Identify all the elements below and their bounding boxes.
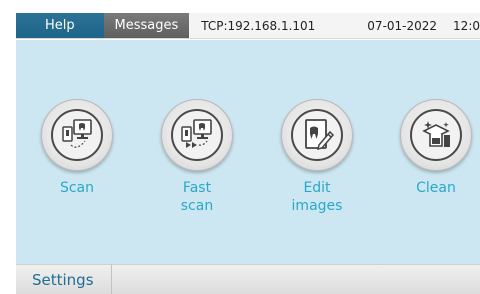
connection-status: TCP:192.168.1.101 bbox=[201, 18, 316, 33]
bottom-bar: Settings bbox=[16, 264, 480, 294]
clean-icon bbox=[422, 121, 450, 147]
scan-label: Scan bbox=[59, 180, 95, 196]
fast-scan-icon bbox=[181, 119, 212, 148]
clean-tile[interactable]: Clean bbox=[381, 40, 480, 264]
date-display: 07-01-2022 bbox=[367, 18, 438, 33]
top-bar: Help Messages TCP:192.168.1.101 07-01-20… bbox=[16, 13, 480, 39]
help-tab[interactable]: Help bbox=[16, 13, 104, 38]
messages-tab[interactable]: Messages bbox=[103, 13, 190, 38]
scan-tile[interactable]: Scan bbox=[22, 40, 132, 264]
scan-icon bbox=[62, 119, 92, 148]
fast-scan-tile[interactable]: Fast scan bbox=[142, 40, 252, 264]
edit-images-icon bbox=[305, 119, 335, 151]
scan-button[interactable] bbox=[41, 99, 113, 171]
main-panel: Scan Fast scan Edit images Clean bbox=[16, 40, 480, 264]
clean-button[interactable] bbox=[400, 99, 472, 171]
fast-scan-button[interactable] bbox=[161, 99, 233, 171]
time-display: 12:0 bbox=[453, 18, 480, 33]
fast-scan-label: Fast scan bbox=[180, 180, 214, 214]
edit-images-button[interactable] bbox=[281, 99, 353, 171]
edit-images-label: Edit images bbox=[291, 180, 343, 214]
settings-button[interactable]: Settings bbox=[16, 265, 112, 294]
edit-images-tile[interactable]: Edit images bbox=[262, 40, 372, 264]
clean-label: Clean bbox=[416, 180, 456, 196]
